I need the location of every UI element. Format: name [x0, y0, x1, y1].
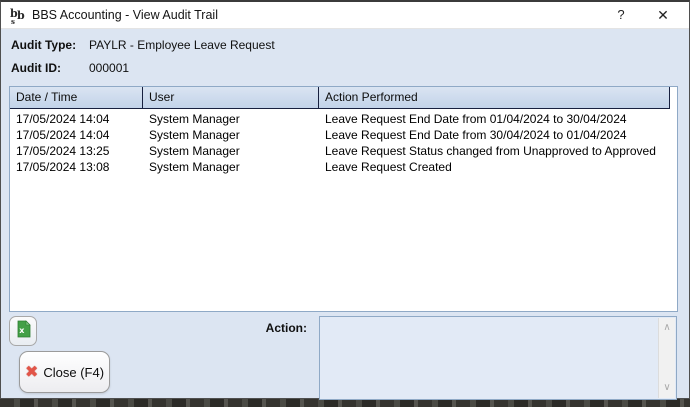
titlebar[interactable]: b b s BBS Accounting - View Audit Trail …	[1, 2, 689, 29]
table-body: 17/05/2024 14:04 System Manager Leave Re…	[10, 111, 677, 175]
export-to-excel-button[interactable]: x	[9, 316, 37, 346]
action-textarea[interactable]: ∧ ∨	[319, 316, 677, 400]
scroll-down-icon[interactable]: ∨	[659, 380, 675, 396]
action-label: Action:	[201, 321, 307, 335]
audit-type-value: PAYLR - Employee Leave Request	[89, 38, 275, 52]
excel-export-icon: x	[16, 320, 31, 343]
cell-datetime: 17/05/2024 14:04	[10, 111, 143, 127]
cell-action: Leave Request Status changed from Unappr…	[319, 143, 672, 159]
svg-text:b: b	[17, 9, 25, 22]
close-button-label: Close (F4)	[43, 365, 104, 380]
cell-user: System Manager	[143, 159, 319, 175]
column-header-user[interactable]: User	[143, 87, 319, 108]
cell-datetime: 17/05/2024 14:04	[10, 127, 143, 143]
audit-type-label: Audit Type:	[11, 38, 76, 52]
action-scrollbar[interactable]: ∧ ∨	[658, 318, 675, 398]
bbs-app-icon: b b s	[9, 6, 28, 25]
audit-id-value: 000001	[89, 61, 129, 75]
table-row[interactable]: 17/05/2024 14:04 System Manager Leave Re…	[10, 111, 677, 127]
svg-text:s: s	[11, 17, 15, 25]
screenshot-root: b b s BBS Accounting - View Audit Trail …	[0, 0, 690, 407]
cell-user: System Manager	[143, 143, 319, 159]
cell-user: System Manager	[143, 127, 319, 143]
audit-trail-dialog: b b s BBS Accounting - View Audit Trail …	[0, 0, 690, 399]
red-x-icon: ✖	[25, 362, 38, 382]
close-f4-button[interactable]: ✖ Close (F4)	[19, 351, 110, 393]
cell-datetime: 17/05/2024 13:08	[10, 159, 143, 175]
scroll-up-icon[interactable]: ∧	[659, 320, 675, 336]
audit-trail-table: Date / Time User Action Performed 17/05/…	[9, 86, 678, 312]
cell-user: System Manager	[143, 111, 319, 127]
table-row[interactable]: 17/05/2024 13:25 System Manager Leave Re…	[10, 143, 677, 159]
cell-action: Leave Request End Date from 01/04/2024 t…	[319, 111, 672, 127]
cell-datetime: 17/05/2024 13:25	[10, 143, 143, 159]
table-header-row: Date / Time User Action Performed	[10, 87, 677, 109]
window-close-button[interactable]: ✕	[643, 2, 683, 29]
cell-action: Leave Request End Date from 30/04/2024 t…	[319, 127, 672, 143]
svg-text:x: x	[19, 326, 25, 335]
cell-action: Leave Request Created	[319, 159, 672, 175]
action-textarea-value	[323, 319, 656, 397]
window-title: BBS Accounting - View Audit Trail	[32, 2, 218, 29]
help-button[interactable]: ?	[601, 2, 641, 29]
column-header-filler	[670, 87, 677, 109]
table-row[interactable]: 17/05/2024 14:04 System Manager Leave Re…	[10, 127, 677, 143]
column-header-action-performed[interactable]: Action Performed	[319, 87, 670, 108]
audit-id-label: Audit ID:	[11, 61, 61, 75]
table-row[interactable]: 17/05/2024 13:08 System Manager Leave Re…	[10, 159, 677, 175]
column-header-date-time[interactable]: Date / Time	[10, 87, 143, 108]
